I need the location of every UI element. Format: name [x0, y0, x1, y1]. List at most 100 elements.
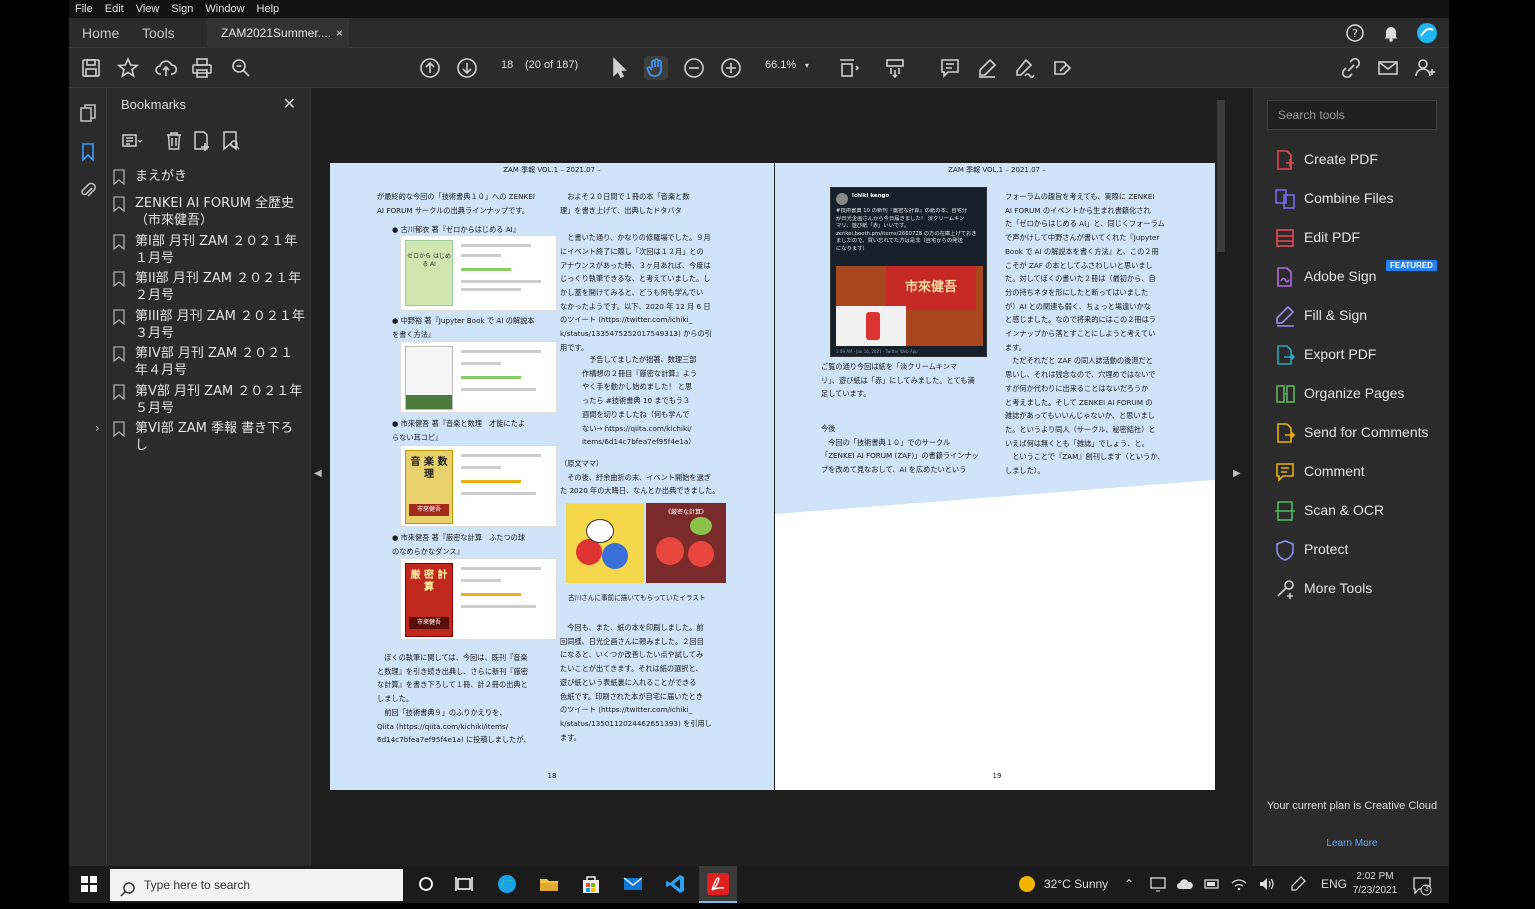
current-page-input[interactable]: 18: [501, 59, 513, 71]
notifications-bell-icon[interactable]: [1381, 23, 1401, 43]
upload-cloud-icon[interactable]: [154, 56, 178, 80]
zoom-dropdown-chevron-icon[interactable]: ▾: [805, 61, 809, 70]
vertical-scrollbar[interactable]: [1215, 88, 1227, 866]
bookmarks-panel-icon[interactable]: [78, 142, 98, 162]
bookmark-item[interactable]: 第I部 月刊 ZAM ２０２１年１月号: [113, 233, 305, 267]
menu-view[interactable]: View: [136, 3, 160, 15]
tab-tools[interactable]: Tools: [142, 18, 175, 48]
tool-protect[interactable]: Protect: [1274, 539, 1444, 563]
page-thumbnails-icon[interactable]: [78, 103, 98, 123]
menu-sign[interactable]: Sign: [171, 3, 193, 15]
tool-label: More Tools: [1304, 580, 1373, 596]
notification-count: 3: [1424, 884, 1429, 893]
cover-author: 市來健吾: [409, 617, 449, 629]
save-icon[interactable]: [79, 56, 103, 80]
task-view-icon[interactable]: [453, 873, 475, 895]
delete-bookmark-icon[interactable]: [163, 130, 185, 152]
page-display-icon[interactable]: [837, 56, 861, 80]
tool-organize-pages[interactable]: Organize Pages: [1274, 383, 1444, 407]
new-bookmark-icon[interactable]: [191, 130, 213, 152]
tray-chevron-icon[interactable]: ⌃: [1124, 877, 1134, 891]
bookmark-item[interactable]: 第II部 月刊 ZAM ２０２１年２月号: [113, 270, 305, 304]
learn-more-link[interactable]: Learn More: [1254, 838, 1449, 849]
bookmark-item[interactable]: まえがき: [113, 168, 305, 186]
bookmark-options-icon[interactable]: [121, 130, 143, 152]
bookmark-item[interactable]: ZENKEI AI FORUM 全歴史（市來健吾）: [113, 195, 305, 229]
highlight-pen-icon[interactable]: [975, 56, 999, 80]
bookmark-star-icon[interactable]: [116, 56, 140, 80]
microsoft-store-icon[interactable]: [580, 873, 602, 895]
add-user-icon[interactable]: [1413, 56, 1437, 80]
next-page-icon[interactable]: [455, 56, 479, 80]
print-icon[interactable]: [190, 56, 214, 80]
document-view[interactable]: ZAM 季報 VOL.1 – 2021.07 – が最終的な今回の「技術書典１０…: [311, 88, 1251, 866]
close-panel-icon[interactable]: ✕: [283, 94, 296, 113]
acrobat-taskbar-button[interactable]: [699, 866, 737, 903]
display-icon[interactable]: [1149, 875, 1171, 897]
bookmark-item[interactable]: 第V部 月刊 ZAM ２０２１年５月号: [113, 383, 305, 417]
previous-page-arrow-icon[interactable]: ◀: [314, 468, 322, 479]
edit-pdf-icon[interactable]: [1051, 56, 1075, 80]
bookmark-item[interactable]: 第III部 月刊 ZAM ２０２１年３月号: [113, 308, 305, 342]
tool-send-for-comments[interactable]: Send for Comments: [1274, 422, 1444, 446]
email-icon[interactable]: [1376, 56, 1400, 80]
bookmark-label: 第III部 月刊 ZAM ２０２１年３月号: [135, 309, 305, 341]
pen-workspace-icon[interactable]: [1289, 875, 1311, 897]
bookmark-ribbon-icon: [113, 309, 125, 326]
search-icon[interactable]: [229, 56, 253, 80]
tool-more-tools[interactable]: More Tools: [1274, 578, 1444, 602]
menu-edit[interactable]: Edit: [105, 3, 124, 15]
scroll-mode-icon[interactable]: [883, 56, 907, 80]
search-tools-input[interactable]: Search tools: [1267, 100, 1437, 130]
zoom-out-icon[interactable]: [682, 56, 706, 80]
volume-icon[interactable]: [1257, 875, 1279, 897]
tool-create-pdf[interactable]: Create PDF: [1274, 149, 1444, 173]
next-page-arrow-icon[interactable]: ▶: [1233, 468, 1241, 479]
battery-icon[interactable]: [1203, 875, 1225, 897]
user-avatar[interactable]: [1416, 22, 1438, 44]
tool-edit-pdf[interactable]: Edit PDF: [1274, 227, 1444, 251]
tool-fill-sign[interactable]: Fill & Sign: [1274, 305, 1444, 329]
main-toolbar: 18 (20 of 187) 66.1% ▾: [69, 48, 1449, 88]
expand-chevron-icon[interactable]: ›: [95, 420, 100, 437]
previous-page-icon[interactable]: [418, 56, 442, 80]
mail-icon[interactable]: [622, 873, 644, 895]
select-cursor-icon[interactable]: [607, 56, 631, 80]
help-icon[interactable]: ?: [1345, 23, 1365, 43]
system-clock[interactable]: 2:02 PM 7/23/2021: [1345, 870, 1405, 898]
fill-sign-icon[interactable]: [1012, 56, 1036, 80]
tool-combine-files[interactable]: Combine Files: [1274, 188, 1444, 212]
onedrive-cloud-icon[interactable]: [1176, 875, 1198, 897]
cortana-icon[interactable]: [415, 873, 437, 895]
vscode-icon[interactable]: [664, 873, 686, 895]
paragraph-text: ぼくの執筆に関しては、今回は、既刊『音楽 と数理』を引き続き出典し、さらに新刊『…: [377, 653, 531, 745]
find-bookmark-icon[interactable]: [220, 130, 242, 152]
weather-text[interactable]: 32°C Sunny: [1044, 877, 1108, 891]
edge-browser-icon[interactable]: [496, 873, 518, 895]
file-explorer-icon[interactable]: [538, 873, 560, 895]
share-link-icon[interactable]: [1339, 56, 1363, 80]
tool-scan-ocr[interactable]: Scan & OCR: [1274, 500, 1444, 524]
menu-window[interactable]: Window: [205, 3, 244, 15]
zoom-in-icon[interactable]: [719, 56, 743, 80]
bookmark-item[interactable]: 第IV部 月刊 ZAM ２０２１年４月号: [113, 345, 305, 379]
close-tab-icon[interactable]: ×: [336, 18, 343, 48]
illustration-cherry-right: [688, 541, 714, 567]
action-center-icon[interactable]: 3: [1411, 874, 1433, 896]
windows-start-icon[interactable]: [81, 876, 97, 892]
tool-export-pdf[interactable]: Export PDF: [1274, 344, 1444, 368]
taskbar-search-input[interactable]: Type here to search: [110, 869, 403, 901]
hand-tool-icon[interactable]: [644, 56, 668, 80]
tool-comment[interactable]: Comment: [1274, 461, 1444, 485]
tab-document[interactable]: ZAM2021Summer.... ×: [207, 18, 349, 48]
comment-icon[interactable]: [938, 56, 962, 80]
scrollbar-thumb[interactable]: [1217, 100, 1225, 252]
zoom-level-select[interactable]: 66.1%: [765, 59, 796, 71]
bookmark-item[interactable]: › 第VI部 ZAM 季報 書き下ろし: [95, 420, 305, 454]
menu-file[interactable]: File: [75, 3, 93, 15]
wifi-icon[interactable]: [1230, 875, 1252, 897]
tab-home[interactable]: Home: [82, 18, 119, 48]
menu-help[interactable]: Help: [257, 3, 280, 15]
input-language[interactable]: ENG: [1321, 877, 1347, 891]
attachments-paperclip-icon[interactable]: [78, 180, 98, 200]
